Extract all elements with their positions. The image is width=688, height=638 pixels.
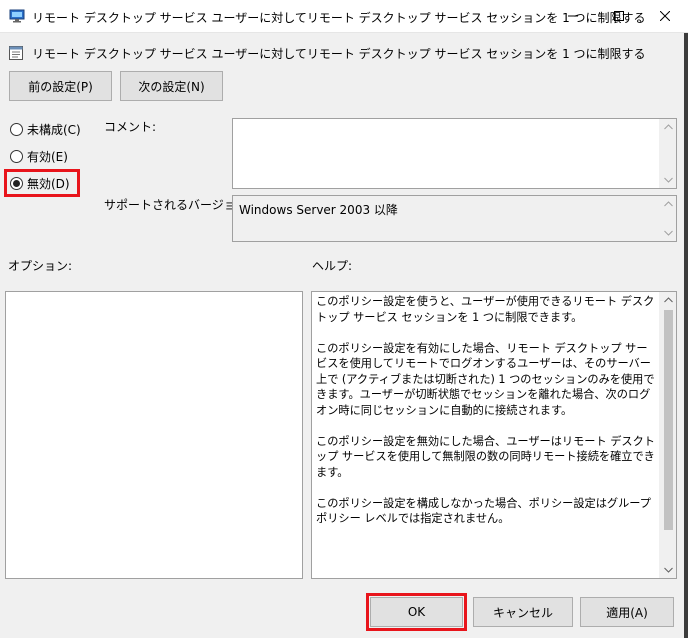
next-setting-button[interactable]: 次の設定(N) xyxy=(120,71,223,101)
close-icon xyxy=(659,10,671,24)
radio-label: 未構成(C) xyxy=(27,122,81,137)
supported-on-label: サポートされるバージョン: xyxy=(104,198,252,212)
remote-desktop-icon xyxy=(9,9,25,23)
supported-on-field: Windows Server 2003 以降 xyxy=(232,195,677,242)
minimize-icon xyxy=(568,10,578,24)
radio-label: 有効(E) xyxy=(27,149,68,164)
chevron-up-icon[interactable] xyxy=(663,199,673,209)
minimize-button[interactable] xyxy=(550,0,596,33)
maximize-icon xyxy=(614,10,624,24)
help-paragraph: このポリシー設定を構成しなかった場合、ポリシー設定はグループ ポリシー レベルで… xyxy=(316,496,651,526)
cancel-button[interactable]: キャンセル xyxy=(473,597,573,627)
help-text: このポリシー設定を使うと、ユーザーが使用できるリモート デスクトップ サービス … xyxy=(316,294,656,542)
options-label: オプション: xyxy=(8,259,73,273)
comment-label: コメント: xyxy=(104,120,157,134)
apply-button[interactable]: 適用(A) xyxy=(580,597,674,627)
title-bar: リモート デスクトップ サービス ユーザーに対してリモート デスクトップ サービ… xyxy=(0,0,688,33)
chevron-down-icon[interactable] xyxy=(663,175,673,185)
comment-input[interactable] xyxy=(232,118,677,189)
supported-scrollbar[interactable] xyxy=(659,196,676,241)
help-panel: このポリシー設定を使うと、ユーザーが使用できるリモート デスクトップ サービス … xyxy=(311,291,677,579)
policy-title: リモート デスクトップ サービス ユーザーに対してリモート デスクトップ サービ… xyxy=(32,47,646,61)
previous-setting-button[interactable]: 前の設定(P) xyxy=(9,71,112,101)
help-paragraph: このポリシー設定を無効にした場合、ユーザーはリモート デスクトップ サービスを使… xyxy=(316,434,655,479)
policy-setting-icon xyxy=(8,45,24,61)
help-label: ヘルプ: xyxy=(312,259,353,273)
window-edge xyxy=(684,33,688,638)
radio-circle xyxy=(10,122,23,136)
comment-scrollbar[interactable] xyxy=(659,119,676,188)
help-paragraph: このポリシー設定を有効にした場合、リモート デスクトップ サービスを使用してリモ… xyxy=(316,341,655,417)
chevron-down-icon[interactable] xyxy=(663,228,673,238)
chevron-up-icon[interactable] xyxy=(663,122,673,132)
help-paragraph: このポリシー設定を使うと、ユーザーが使用できるリモート デスクトップ サービス … xyxy=(316,295,655,324)
options-panel xyxy=(5,291,303,579)
ok-highlight-box xyxy=(366,593,467,631)
chevron-up-icon[interactable] xyxy=(663,295,673,305)
radio-not-configured[interactable]: 未構成(C) xyxy=(10,119,81,139)
help-scrollbar[interactable] xyxy=(659,292,676,578)
radio-circle xyxy=(10,149,23,163)
maximize-button[interactable] xyxy=(596,0,642,33)
supported-on-value: Windows Server 2003 以降 xyxy=(239,203,398,217)
close-button[interactable] xyxy=(642,0,688,33)
disabled-highlight-box xyxy=(4,169,80,197)
radio-enabled[interactable]: 有効(E) xyxy=(10,146,68,166)
chevron-down-icon[interactable] xyxy=(663,565,673,575)
help-scroll-thumb[interactable] xyxy=(664,310,673,530)
